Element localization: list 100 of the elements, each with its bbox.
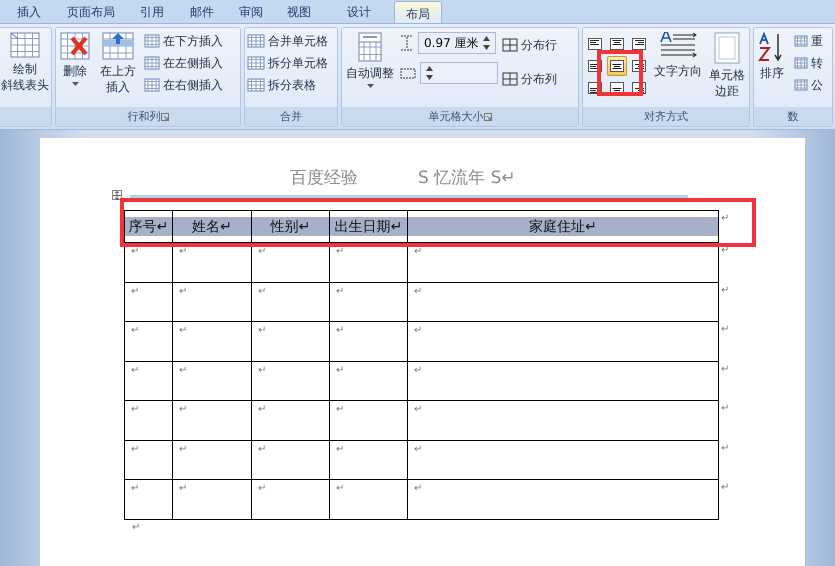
distribute-icon bbox=[502, 71, 518, 87]
insert-button[interactable]: 在左侧插入 bbox=[144, 54, 223, 72]
expand-icon bbox=[484, 112, 492, 120]
table-move-handle[interactable] bbox=[112, 190, 122, 200]
paragraph-mark: ↵ bbox=[414, 325, 422, 336]
paragraph-mark: ↵ bbox=[131, 325, 140, 336]
align-lines-icon bbox=[610, 38, 624, 50]
merge-option-button[interactable]: 拆分表格 bbox=[247, 76, 328, 94]
column-header: 家庭住址↵ bbox=[408, 217, 718, 236]
paragraph-mark: ↵ bbox=[414, 444, 422, 454]
table-cells-icon bbox=[247, 34, 265, 48]
merge-option-button[interactable]: 合并单元格 bbox=[247, 32, 328, 50]
insert-button[interactable]: 在右侧插入 bbox=[144, 76, 223, 94]
text-direction-button[interactable]: 文字方向 bbox=[652, 32, 704, 79]
table-cells-icon bbox=[794, 79, 808, 91]
paragraph-mark: ↵ bbox=[179, 286, 188, 296]
data-option-button[interactable]: 公 bbox=[794, 76, 823, 94]
ribbon-tab[interactable]: 引用 bbox=[128, 0, 176, 23]
table-grid-icon bbox=[10, 32, 40, 58]
paragraph-mark: ↵ bbox=[179, 364, 188, 376]
paragraph-mark: ↵ bbox=[414, 404, 422, 415]
caret-icon bbox=[72, 82, 78, 86]
paragraph-mark: ↵ bbox=[721, 245, 730, 256]
spinner-icon bbox=[426, 66, 433, 80]
data-option-button[interactable]: 转 bbox=[794, 54, 823, 72]
cell-margins-button[interactable]: 单元格 边距 bbox=[707, 32, 747, 99]
ribbon-tab[interactable]: 邮件 bbox=[176, 0, 228, 23]
heading-text: S 忆流年 S↵ bbox=[418, 167, 516, 189]
paragraph-mark: ↵ bbox=[179, 483, 188, 494]
insert-above-button[interactable]: 在上方 插入 bbox=[98, 32, 138, 95]
insert-button[interactable]: 在下方插入 bbox=[144, 32, 223, 50]
group-title: 对齐方式 bbox=[583, 107, 749, 126]
distribute-button[interactable]: 分布行 bbox=[502, 36, 557, 54]
paragraph-mark: ↵ bbox=[721, 213, 730, 224]
align-button[interactable] bbox=[607, 56, 627, 76]
paragraph-mark: ↵ bbox=[179, 246, 188, 257]
merge-option-button[interactable]: 拆分单元格 bbox=[247, 54, 328, 72]
paragraph-mark: ↵ bbox=[721, 482, 730, 493]
align-lines-icon bbox=[632, 38, 646, 50]
paragraph-mark: ↵ bbox=[336, 364, 344, 376]
paragraph-mark: ↵ bbox=[721, 324, 730, 335]
autofit-button[interactable]: 自动调整 bbox=[344, 32, 396, 88]
paragraph-mark: ↵ bbox=[258, 444, 266, 454]
paragraph-mark: ↵ bbox=[336, 325, 344, 336]
paragraph-mark: ↵ bbox=[131, 483, 140, 494]
ribbon-tab[interactable]: 布局 bbox=[394, 1, 442, 23]
column-header: 姓名↵ bbox=[173, 217, 251, 236]
paragraph-mark: ↵ bbox=[131, 286, 140, 296]
paragraph-mark: ↵ bbox=[414, 246, 422, 257]
paragraph-mark: ↵ bbox=[258, 483, 266, 494]
table-cells-icon bbox=[794, 35, 808, 47]
paragraph-mark: ↵ bbox=[132, 522, 142, 532]
distribute-button[interactable]: 分布列 bbox=[502, 70, 557, 88]
heading-text: 百度经验 bbox=[290, 167, 358, 189]
paragraph-mark: ↵ bbox=[721, 284, 730, 296]
table-delete-icon bbox=[60, 32, 90, 60]
paragraph-mark: ↵ bbox=[336, 246, 344, 257]
cell-margins-icon bbox=[714, 32, 740, 64]
ribbon-tab[interactable]: 插入 bbox=[4, 0, 54, 23]
group-title: 合并 bbox=[245, 107, 337, 126]
sort-button[interactable]: 排序 bbox=[756, 32, 788, 81]
column-header: 性别↵ bbox=[252, 217, 329, 236]
paragraph-mark: ↵ bbox=[258, 246, 266, 257]
highlight-frame bbox=[597, 50, 643, 96]
group-footer bbox=[0, 107, 51, 126]
align-lines-icon bbox=[610, 60, 624, 72]
paragraph-mark: ↵ bbox=[258, 364, 266, 376]
draw-table-button[interactable]: 绘制 斜线表头 bbox=[0, 32, 51, 93]
move-arrows-icon bbox=[113, 190, 121, 200]
height-field[interactable]: 0.97 厘米 bbox=[418, 32, 496, 54]
width-field[interactable] bbox=[420, 62, 498, 84]
caret-icon bbox=[366, 84, 374, 88]
paragraph-mark: ↵ bbox=[131, 246, 140, 257]
paragraph-mark: ↵ bbox=[258, 404, 266, 415]
ribbon-tab[interactable]: 视图 bbox=[274, 0, 324, 23]
paragraph-mark: ↵ bbox=[131, 404, 140, 415]
expand-icon bbox=[160, 112, 168, 120]
data-option-button[interactable]: 重 bbox=[794, 32, 823, 50]
column-width-icon bbox=[400, 66, 416, 80]
paragraph-mark: ↵ bbox=[131, 444, 140, 454]
text-direction-icon bbox=[659, 32, 697, 60]
paragraph-mark: ↵ bbox=[721, 403, 730, 414]
table-autofit-icon bbox=[358, 32, 382, 62]
paragraph-mark: ↵ bbox=[179, 404, 188, 415]
ribbon-tab[interactable]: 设计 bbox=[324, 0, 394, 23]
spinner-icon bbox=[483, 36, 490, 50]
delete-button[interactable]: 删除 bbox=[58, 32, 92, 86]
paragraph-mark: ↵ bbox=[179, 325, 188, 336]
paragraph-mark: ↵ bbox=[414, 286, 422, 296]
distribute-icon bbox=[502, 37, 518, 53]
ribbon-tab[interactable]: 页面布局 bbox=[54, 0, 128, 23]
paragraph-mark: ↵ bbox=[721, 442, 730, 454]
ribbon-tab[interactable]: 审阅 bbox=[228, 0, 274, 23]
group-title: 数 bbox=[754, 107, 832, 126]
column-header: 序号↵ bbox=[125, 217, 172, 236]
paragraph-mark: ↵ bbox=[131, 364, 140, 376]
paragraph-mark: ↵ bbox=[258, 325, 266, 336]
row-height-icon bbox=[400, 35, 414, 51]
table-cells-icon bbox=[794, 57, 808, 69]
group-title: 行和列 bbox=[56, 107, 240, 126]
